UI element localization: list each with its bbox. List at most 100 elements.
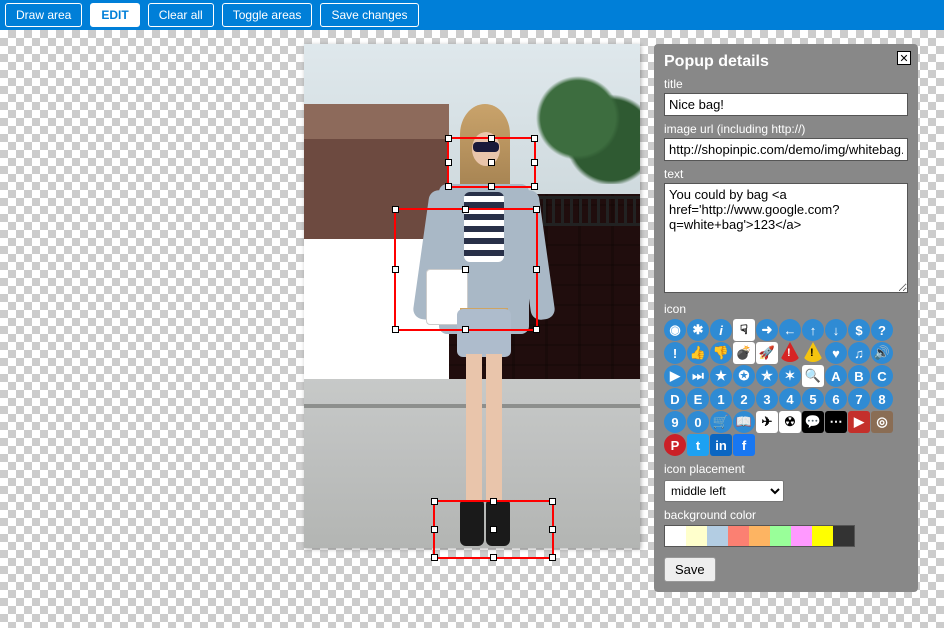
swatch-b3cde3[interactable] xyxy=(707,526,728,546)
resize-handle-tm[interactable] xyxy=(488,135,495,142)
selection-feet[interactable] xyxy=(433,500,554,559)
swatch-333333[interactable] xyxy=(833,526,854,546)
save-button[interactable]: Save xyxy=(664,557,716,582)
icon-target[interactable]: ◉ xyxy=(664,319,686,341)
resize-handle-mm[interactable] xyxy=(462,266,469,273)
icon-book[interactable]: 📖 xyxy=(733,411,755,433)
swatch-ff99ff[interactable] xyxy=(791,526,812,546)
icon-3[interactable]: 3 xyxy=(756,388,778,410)
icon-6[interactable]: 6 xyxy=(825,388,847,410)
resize-handle-tl[interactable] xyxy=(445,135,452,142)
icon-twitter[interactable]: t xyxy=(687,434,709,456)
swatch-ffff00[interactable] xyxy=(812,526,833,546)
icon-exclaim[interactable]: ! xyxy=(664,342,686,364)
icon-cart[interactable]: 🛒 xyxy=(710,411,732,433)
icon-dots[interactable]: ⋯ xyxy=(825,411,847,433)
icon-plane[interactable]: ✈ xyxy=(756,411,778,433)
icon-sound[interactable]: 🔊 xyxy=(871,342,893,364)
icon-facebook[interactable]: f xyxy=(733,434,755,456)
resize-handle-br[interactable] xyxy=(549,554,556,561)
resize-handle-tm[interactable] xyxy=(462,206,469,213)
selection-torso[interactable] xyxy=(394,208,538,331)
icon-2[interactable]: 2 xyxy=(733,388,755,410)
icon-linkedin[interactable]: in xyxy=(710,434,732,456)
resize-handle-ml[interactable] xyxy=(392,266,399,273)
icon-arrow-down[interactable]: ↓ xyxy=(825,319,847,341)
icon-skip[interactable]: ⏭ xyxy=(687,365,709,387)
resize-handle-ml[interactable] xyxy=(445,159,452,166)
icon-arrow-up[interactable]: ↑ xyxy=(802,319,824,341)
icon-E[interactable]: E xyxy=(687,388,709,410)
resize-handle-tl[interactable] xyxy=(431,498,438,505)
clear-button[interactable]: Clear all xyxy=(148,3,214,27)
resize-handle-mm[interactable] xyxy=(488,159,495,166)
icon-7[interactable]: 7 xyxy=(848,388,870,410)
savechanges-button[interactable]: Save changes xyxy=(320,3,418,27)
swatch-ffffcc[interactable] xyxy=(686,526,707,546)
resize-handle-tm[interactable] xyxy=(490,498,497,505)
resize-handle-br[interactable] xyxy=(533,326,540,333)
icon-play[interactable]: ▶ xyxy=(664,365,686,387)
edit-button[interactable]: EDIT xyxy=(90,3,139,27)
icon-pointer[interactable]: ☟ xyxy=(733,319,755,341)
icon-0[interactable]: 0 xyxy=(687,411,709,433)
icon-info[interactable]: i xyxy=(710,319,732,341)
icon-8[interactable]: 8 xyxy=(871,388,893,410)
resize-handle-tl[interactable] xyxy=(392,206,399,213)
resize-handle-tr[interactable] xyxy=(531,135,538,142)
icon-instagram[interactable]: ◎ xyxy=(871,411,893,433)
icon-9[interactable]: 9 xyxy=(664,411,686,433)
icon-star-o2[interactable]: ✯ xyxy=(756,365,778,387)
icon-4[interactable]: 4 xyxy=(779,388,801,410)
icon-question[interactable]: ? xyxy=(871,319,893,341)
icon-C[interactable]: C xyxy=(871,365,893,387)
icon-alert-red[interactable]: ! xyxy=(779,342,801,362)
resize-handle-mr[interactable] xyxy=(533,266,540,273)
icon-heart[interactable]: ♥ xyxy=(825,342,847,364)
resize-handle-bm[interactable] xyxy=(488,183,495,190)
resize-handle-br[interactable] xyxy=(531,183,538,190)
icon-asterisk[interactable]: ✱ xyxy=(687,319,709,341)
icon-thumb-up[interactable]: 👍 xyxy=(687,342,709,364)
icon-zoom[interactable]: 🔍 xyxy=(802,365,824,387)
icon-radiation[interactable]: ☢ xyxy=(779,411,801,433)
draw-button[interactable]: Draw area xyxy=(5,3,82,27)
icon-rocket[interactable]: 🚀 xyxy=(756,342,778,364)
icon-arrow-right[interactable]: ➜ xyxy=(756,319,778,341)
swatch-99ff99[interactable] xyxy=(770,526,791,546)
resize-handle-mr[interactable] xyxy=(531,159,538,166)
resize-handle-ml[interactable] xyxy=(431,526,438,533)
resize-handle-mm[interactable] xyxy=(490,526,497,533)
icon-A[interactable]: A xyxy=(825,365,847,387)
swatch-fdb462[interactable] xyxy=(749,526,770,546)
resize-handle-bl[interactable] xyxy=(431,554,438,561)
icon-star[interactable]: ★ xyxy=(710,365,732,387)
icon-music[interactable]: ♫ xyxy=(848,342,870,364)
icon-pinterest[interactable]: P xyxy=(664,434,686,456)
icon-D[interactable]: D xyxy=(664,388,686,410)
icon-1[interactable]: 1 xyxy=(710,388,732,410)
icon-alert-yel[interactable]: ! xyxy=(802,342,824,362)
resize-handle-bm[interactable] xyxy=(462,326,469,333)
icon-bomb[interactable]: 💣 xyxy=(733,342,755,364)
icon-arrow-left[interactable]: ← xyxy=(779,319,801,341)
icon-thumb-down[interactable]: 👎 xyxy=(710,342,732,364)
icon-star-o3[interactable]: ✶ xyxy=(779,365,801,387)
editor-canvas[interactable]: Popup details ✕ title image url (includi… xyxy=(0,30,944,628)
selection-head[interactable] xyxy=(447,137,536,188)
close-icon[interactable]: ✕ xyxy=(897,51,911,65)
resize-handle-bl[interactable] xyxy=(445,183,452,190)
resize-handle-tr[interactable] xyxy=(549,498,556,505)
swatch-fb8072[interactable] xyxy=(728,526,749,546)
resize-handle-tr[interactable] xyxy=(533,206,540,213)
icon-B[interactable]: B xyxy=(848,365,870,387)
toggle-button[interactable]: Toggle areas xyxy=(222,3,313,27)
icon-dollar[interactable]: $ xyxy=(848,319,870,341)
imageurl-input[interactable] xyxy=(664,138,908,161)
icon-star-o1[interactable]: ✪ xyxy=(733,365,755,387)
icon-youtube[interactable]: ▶ xyxy=(848,411,870,433)
resize-handle-bm[interactable] xyxy=(490,554,497,561)
title-input[interactable] xyxy=(664,93,908,116)
icon-5[interactable]: 5 xyxy=(802,388,824,410)
swatch-ffffff[interactable] xyxy=(665,526,686,546)
